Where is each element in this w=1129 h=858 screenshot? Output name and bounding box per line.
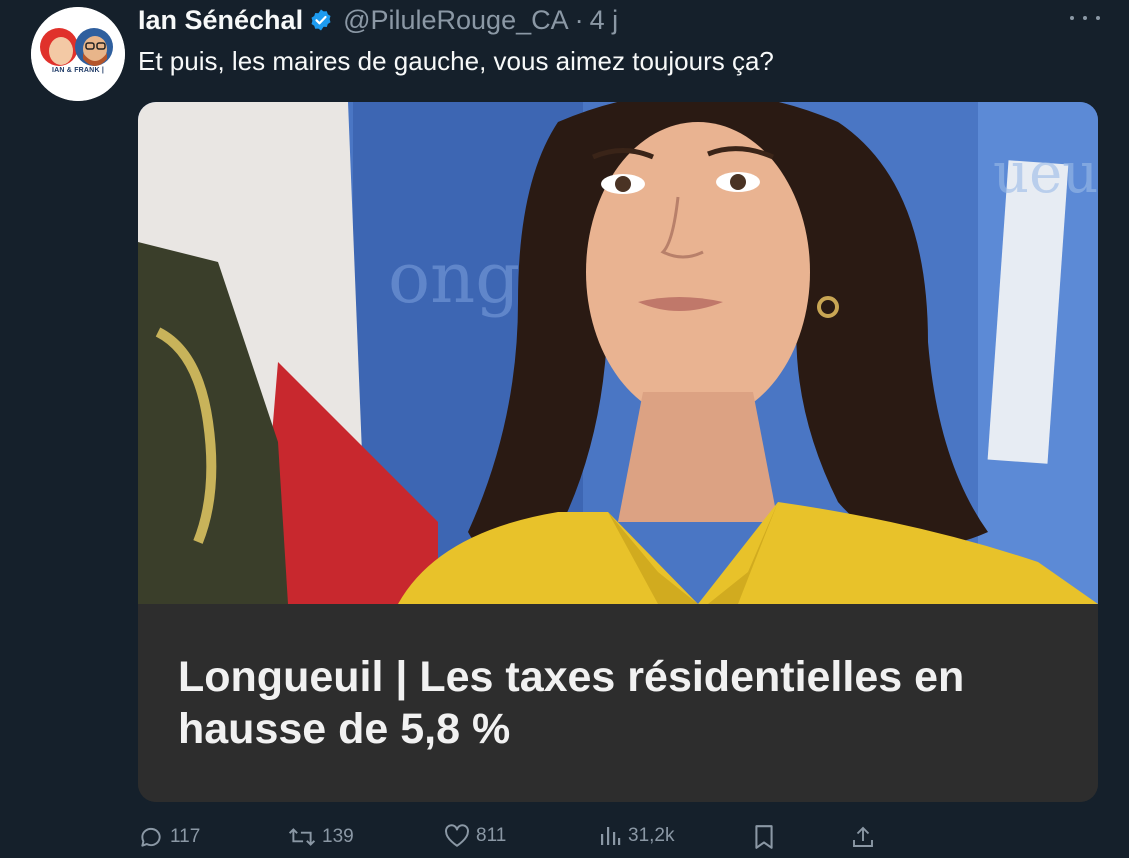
retweet-icon xyxy=(288,828,316,846)
svg-text:ueu: ueu xyxy=(993,141,1098,206)
action-bar: 117 139 811 31,2k xyxy=(138,818,898,858)
reply-button[interactable]: 117 xyxy=(138,824,200,850)
user-handle[interactable]: @PiluleRouge_CA xyxy=(343,5,569,36)
heart-icon xyxy=(445,824,469,847)
more-dot xyxy=(1083,16,1087,20)
card-headline[interactable]: Longueuil | Les taxes résidentielles en … xyxy=(178,651,1058,755)
avatar-illustration xyxy=(31,7,125,101)
retweet-count: 139 xyxy=(322,826,354,847)
tweet-text: Et puis, les maires de gauche, vous aime… xyxy=(138,46,774,76)
avatar[interactable]: IAN & FRANK | xyxy=(31,7,125,101)
link-card[interactable]: ongu ueu Longueuil | Les taxes résidenti… xyxy=(138,102,1098,802)
more-dot xyxy=(1070,16,1074,20)
tweet-header: Ian Sénéchal @PiluleRouge_CA · 4 j xyxy=(138,2,618,38)
tweet[interactable]: IAN & FRANK | Ian Sénéchal @PiluleRouge_… xyxy=(0,0,1129,856)
bookmark-icon xyxy=(755,825,773,849)
like-count: 811 xyxy=(476,825,507,846)
like-button[interactable]: 811 xyxy=(444,824,506,848)
share-icon xyxy=(853,826,873,847)
separator-dot: · xyxy=(574,4,584,35)
reply-count: 117 xyxy=(170,826,201,847)
share-button[interactable] xyxy=(851,824,875,850)
display-name[interactable]: Ian Sénéchal xyxy=(138,5,303,36)
views-icon xyxy=(601,827,621,845)
verified-badge-icon xyxy=(309,8,333,32)
bookmark-button[interactable] xyxy=(753,824,775,850)
reply-icon xyxy=(141,827,161,847)
view-count: 31,2k xyxy=(628,825,675,846)
retweet-button[interactable]: 139 xyxy=(288,824,354,850)
more-dot xyxy=(1096,16,1100,20)
more-icon[interactable] xyxy=(1070,8,1100,28)
card-caption: Longueuil | Les taxes résidentielles en … xyxy=(138,604,1098,802)
timestamp[interactable]: 4 j xyxy=(590,5,619,36)
avatar-label: IAN & FRANK | xyxy=(52,67,104,74)
card-photo: ongu ueu xyxy=(138,102,1098,604)
views-button[interactable]: 31,2k xyxy=(598,824,674,848)
